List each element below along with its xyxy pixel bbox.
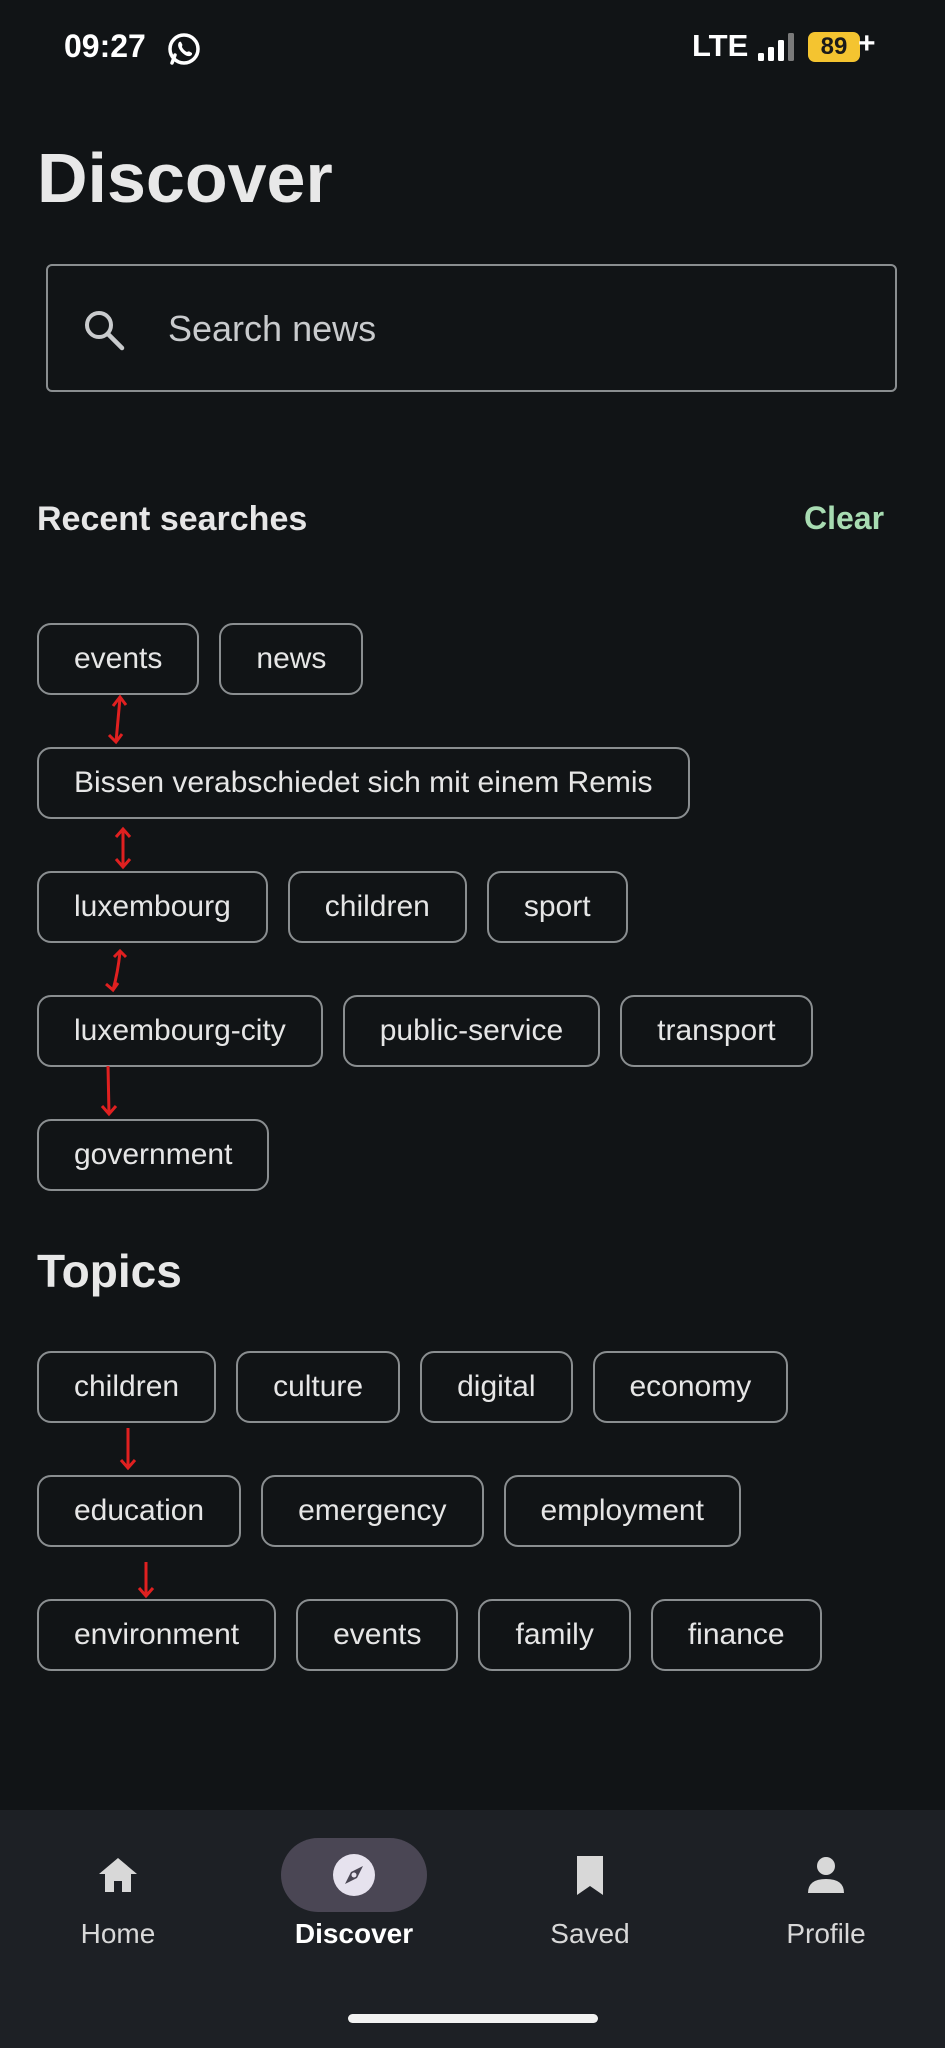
person-icon bbox=[808, 1857, 844, 1893]
topic-chip[interactable]: children bbox=[37, 1351, 217, 1423]
nav-icon-container bbox=[753, 1838, 899, 1912]
red-spacing-arrow bbox=[107, 694, 128, 745]
topic-chip[interactable]: employment bbox=[503, 1475, 741, 1547]
recent-chip[interactable]: sport bbox=[486, 871, 628, 943]
nav-icon-container bbox=[45, 1838, 191, 1912]
bookmark-icon bbox=[577, 1856, 603, 1895]
nav-label: Home bbox=[80, 1918, 156, 1949]
red-spacing-arrow bbox=[137, 1562, 155, 1599]
red-spacing-arrow bbox=[105, 948, 128, 993]
topic-chip[interactable]: environment bbox=[37, 1599, 277, 1671]
red-spacing-arrow bbox=[114, 826, 132, 870]
topic-chip-row: education emergency employment bbox=[37, 1475, 741, 1547]
network-type: LTE bbox=[692, 28, 749, 63]
topic-chip[interactable]: education bbox=[37, 1475, 242, 1547]
red-spacing-arrow bbox=[100, 1065, 118, 1117]
battery-charging-plus: + bbox=[858, 27, 876, 60]
nav-item-discover[interactable]: Discover bbox=[236, 1810, 472, 2010]
compass-icon bbox=[333, 1854, 375, 1896]
recent-chip-row: events news bbox=[37, 623, 364, 695]
signal-icon bbox=[758, 33, 794, 61]
nav-label: Discover bbox=[294, 1918, 414, 1949]
home-icon bbox=[99, 1858, 137, 1892]
recent-searches-heading: Recent searches bbox=[37, 500, 308, 538]
topic-chip[interactable]: emergency bbox=[261, 1475, 484, 1547]
battery-level: 89 bbox=[820, 33, 848, 60]
red-spacing-arrow bbox=[119, 1428, 137, 1471]
nav-item-home[interactable]: Home bbox=[0, 1810, 236, 2010]
recent-chip-row: luxembourg children sport bbox=[37, 871, 628, 943]
recent-chip[interactable]: news bbox=[219, 623, 364, 695]
topic-chip-row: children culture digital economy bbox=[37, 1351, 789, 1423]
nav-label: Profile bbox=[786, 1918, 866, 1949]
search-input[interactable] bbox=[166, 266, 870, 392]
recent-chip[interactable]: government bbox=[37, 1119, 270, 1191]
nav-item-profile[interactable]: Profile bbox=[708, 1810, 944, 2010]
status-time: 09:27 bbox=[64, 28, 146, 64]
topic-chip[interactable]: finance bbox=[650, 1599, 822, 1671]
recent-chip[interactable]: events bbox=[37, 623, 200, 695]
recent-chip[interactable]: luxembourg-city bbox=[37, 995, 323, 1067]
nav-icon-container bbox=[517, 1838, 663, 1912]
nav-item-saved[interactable]: Saved bbox=[472, 1810, 708, 2010]
bottom-navigation: Home Discover Saved Profile bbox=[0, 1810, 945, 2048]
nav-icon-container-active bbox=[281, 1838, 427, 1912]
topic-chip[interactable]: culture bbox=[236, 1351, 401, 1423]
recent-chip[interactable]: transport bbox=[620, 995, 813, 1067]
battery-indicator: 89 bbox=[808, 32, 860, 62]
recent-chip[interactable]: public-service bbox=[342, 995, 601, 1067]
recent-chip[interactable]: Bissen verabschiedet sich mit einem Remi… bbox=[37, 747, 690, 819]
status-bar: 09:27 LTE 89 + bbox=[0, 0, 945, 95]
whatsapp-icon bbox=[168, 33, 200, 65]
topic-chip[interactable]: economy bbox=[592, 1351, 789, 1423]
topics-heading: Topics bbox=[37, 1245, 182, 1297]
search-icon bbox=[85, 311, 125, 351]
search-box[interactable] bbox=[46, 264, 897, 392]
recent-chip[interactable]: children bbox=[287, 871, 467, 943]
nav-label: Saved bbox=[550, 1918, 630, 1949]
topic-chip[interactable]: events bbox=[296, 1599, 459, 1671]
recent-chip-row: government bbox=[37, 1119, 270, 1191]
clear-recent-button[interactable]: Clear bbox=[804, 500, 884, 537]
recent-chip-row: luxembourg-city public-service transport bbox=[37, 995, 813, 1067]
page-title: Discover bbox=[37, 139, 333, 217]
topic-chip[interactable]: digital bbox=[420, 1351, 573, 1423]
topic-chip-row: environment events family finance bbox=[37, 1599, 822, 1671]
home-indicator[interactable] bbox=[348, 2014, 598, 2023]
recent-chip[interactable]: luxembourg bbox=[37, 871, 268, 943]
recent-chip-row: Bissen verabschiedet sich mit einem Remi… bbox=[37, 747, 690, 819]
topic-chip[interactable]: family bbox=[478, 1599, 631, 1671]
